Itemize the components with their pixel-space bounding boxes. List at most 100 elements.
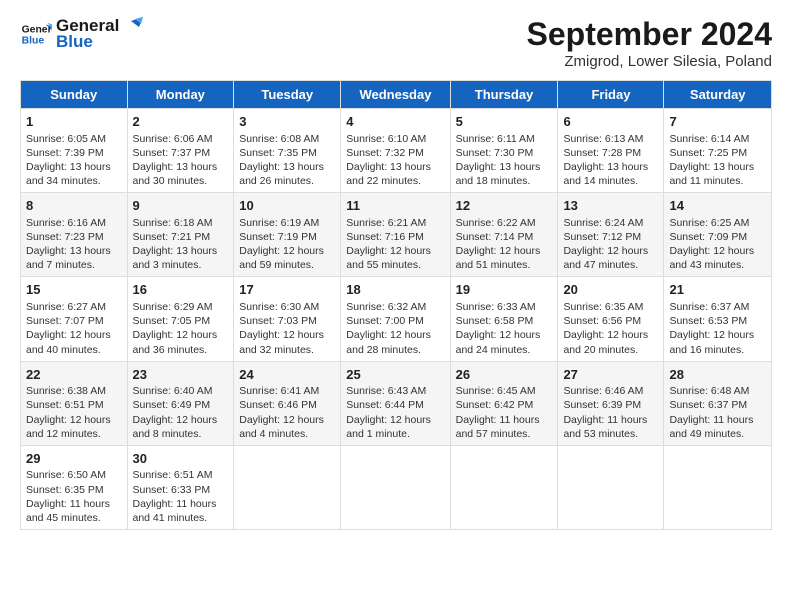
day-number: 16	[133, 281, 229, 299]
daylight-text: Daylight: 11 hours and 45 minutes.	[26, 497, 122, 525]
calendar-cell: 26Sunrise: 6:45 AMSunset: 6:42 PMDayligh…	[450, 361, 558, 445]
day-number: 7	[669, 113, 766, 131]
sunrise-text: Sunrise: 6:32 AM	[346, 300, 444, 314]
calendar-cell: 13Sunrise: 6:24 AMSunset: 7:12 PMDayligh…	[558, 193, 664, 277]
col-header-thursday: Thursday	[450, 81, 558, 109]
calendar-cell: 12Sunrise: 6:22 AMSunset: 7:14 PMDayligh…	[450, 193, 558, 277]
sunset-text: Sunset: 6:44 PM	[346, 398, 444, 412]
daylight-text: Daylight: 11 hours and 41 minutes.	[133, 497, 229, 525]
sunset-text: Sunset: 7:03 PM	[239, 314, 335, 328]
sunset-text: Sunset: 7:35 PM	[239, 146, 335, 160]
daylight-text: Daylight: 11 hours and 57 minutes.	[456, 413, 553, 441]
daylight-text: Daylight: 12 hours and 16 minutes.	[669, 328, 766, 356]
sunset-text: Sunset: 6:39 PM	[563, 398, 658, 412]
daylight-text: Daylight: 12 hours and 32 minutes.	[239, 328, 335, 356]
calendar-cell: 14Sunrise: 6:25 AMSunset: 7:09 PMDayligh…	[664, 193, 772, 277]
calendar-cell	[664, 445, 772, 529]
sunrise-text: Sunrise: 6:10 AM	[346, 132, 444, 146]
sunset-text: Sunset: 7:25 PM	[669, 146, 766, 160]
daylight-text: Daylight: 12 hours and 28 minutes.	[346, 328, 444, 356]
sunrise-text: Sunrise: 6:25 AM	[669, 216, 766, 230]
sunset-text: Sunset: 6:37 PM	[669, 398, 766, 412]
day-number: 25	[346, 366, 444, 384]
day-number: 8	[26, 197, 122, 215]
day-number: 28	[669, 366, 766, 384]
sunset-text: Sunset: 6:58 PM	[456, 314, 553, 328]
sunrise-text: Sunrise: 6:38 AM	[26, 384, 122, 398]
sunrise-text: Sunrise: 6:48 AM	[669, 384, 766, 398]
col-header-saturday: Saturday	[664, 81, 772, 109]
daylight-text: Daylight: 12 hours and 8 minutes.	[133, 413, 229, 441]
sunset-text: Sunset: 6:35 PM	[26, 483, 122, 497]
sunset-text: Sunset: 7:07 PM	[26, 314, 122, 328]
daylight-text: Daylight: 13 hours and 26 minutes.	[239, 160, 335, 188]
col-header-sunday: Sunday	[21, 81, 128, 109]
sunrise-text: Sunrise: 6:13 AM	[563, 132, 658, 146]
calendar-cell: 9Sunrise: 6:18 AMSunset: 7:21 PMDaylight…	[127, 193, 234, 277]
day-number: 26	[456, 366, 553, 384]
calendar-cell: 5Sunrise: 6:11 AMSunset: 7:30 PMDaylight…	[450, 109, 558, 193]
sunrise-text: Sunrise: 6:16 AM	[26, 216, 122, 230]
daylight-text: Daylight: 13 hours and 11 minutes.	[669, 160, 766, 188]
calendar-cell	[234, 445, 341, 529]
sunset-text: Sunset: 7:39 PM	[26, 146, 122, 160]
calendar-cell: 24Sunrise: 6:41 AMSunset: 6:46 PMDayligh…	[234, 361, 341, 445]
calendar-cell: 17Sunrise: 6:30 AMSunset: 7:03 PMDayligh…	[234, 277, 341, 361]
week-row-5: 29Sunrise: 6:50 AMSunset: 6:35 PMDayligh…	[21, 445, 772, 529]
daylight-text: Daylight: 12 hours and 43 minutes.	[669, 244, 766, 272]
sunrise-text: Sunrise: 6:06 AM	[133, 132, 229, 146]
day-number: 9	[133, 197, 229, 215]
sunset-text: Sunset: 6:33 PM	[133, 483, 229, 497]
sunrise-text: Sunrise: 6:43 AM	[346, 384, 444, 398]
daylight-text: Daylight: 11 hours and 53 minutes.	[563, 413, 658, 441]
col-header-tuesday: Tuesday	[234, 81, 341, 109]
day-number: 29	[26, 450, 122, 468]
calendar-cell: 4Sunrise: 6:10 AMSunset: 7:32 PMDaylight…	[341, 109, 450, 193]
calendar-cell: 15Sunrise: 6:27 AMSunset: 7:07 PMDayligh…	[21, 277, 128, 361]
day-number: 5	[456, 113, 553, 131]
sunrise-text: Sunrise: 6:24 AM	[563, 216, 658, 230]
sunrise-text: Sunrise: 6:29 AM	[133, 300, 229, 314]
sunset-text: Sunset: 6:49 PM	[133, 398, 229, 412]
daylight-text: Daylight: 13 hours and 7 minutes.	[26, 244, 122, 272]
sunrise-text: Sunrise: 6:19 AM	[239, 216, 335, 230]
sunset-text: Sunset: 7:37 PM	[133, 146, 229, 160]
sunrise-text: Sunrise: 6:18 AM	[133, 216, 229, 230]
daylight-text: Daylight: 12 hours and 59 minutes.	[239, 244, 335, 272]
daylight-text: Daylight: 13 hours and 34 minutes.	[26, 160, 122, 188]
sunset-text: Sunset: 7:32 PM	[346, 146, 444, 160]
daylight-text: Daylight: 12 hours and 24 minutes.	[456, 328, 553, 356]
daylight-text: Daylight: 13 hours and 22 minutes.	[346, 160, 444, 188]
day-number: 24	[239, 366, 335, 384]
day-number: 3	[239, 113, 335, 131]
sunset-text: Sunset: 7:19 PM	[239, 230, 335, 244]
sunrise-text: Sunrise: 6:45 AM	[456, 384, 553, 398]
calendar-cell: 20Sunrise: 6:35 AMSunset: 6:56 PMDayligh…	[558, 277, 664, 361]
calendar-cell: 29Sunrise: 6:50 AMSunset: 6:35 PMDayligh…	[21, 445, 128, 529]
calendar-cell: 30Sunrise: 6:51 AMSunset: 6:33 PMDayligh…	[127, 445, 234, 529]
sunrise-text: Sunrise: 6:11 AM	[456, 132, 553, 146]
week-row-4: 22Sunrise: 6:38 AMSunset: 6:51 PMDayligh…	[21, 361, 772, 445]
sunset-text: Sunset: 7:00 PM	[346, 314, 444, 328]
sunset-text: Sunset: 6:51 PM	[26, 398, 122, 412]
sunset-text: Sunset: 7:21 PM	[133, 230, 229, 244]
calendar-cell: 10Sunrise: 6:19 AMSunset: 7:19 PMDayligh…	[234, 193, 341, 277]
sunrise-text: Sunrise: 6:50 AM	[26, 468, 122, 482]
daylight-text: Daylight: 12 hours and 4 minutes.	[239, 413, 335, 441]
sunrise-text: Sunrise: 6:27 AM	[26, 300, 122, 314]
calendar-cell: 3Sunrise: 6:08 AMSunset: 7:35 PMDaylight…	[234, 109, 341, 193]
day-number: 6	[563, 113, 658, 131]
day-number: 21	[669, 281, 766, 299]
calendar-cell: 11Sunrise: 6:21 AMSunset: 7:16 PMDayligh…	[341, 193, 450, 277]
daylight-text: Daylight: 12 hours and 1 minute.	[346, 413, 444, 441]
sunrise-text: Sunrise: 6:30 AM	[239, 300, 335, 314]
sunrise-text: Sunrise: 6:08 AM	[239, 132, 335, 146]
sunset-text: Sunset: 7:23 PM	[26, 230, 122, 244]
day-number: 30	[133, 450, 229, 468]
calendar-cell: 6Sunrise: 6:13 AMSunset: 7:28 PMDaylight…	[558, 109, 664, 193]
sunrise-text: Sunrise: 6:51 AM	[133, 468, 229, 482]
week-row-1: 1Sunrise: 6:05 AMSunset: 7:39 PMDaylight…	[21, 109, 772, 193]
calendar-cell: 22Sunrise: 6:38 AMSunset: 6:51 PMDayligh…	[21, 361, 128, 445]
subtitle: Zmigrod, Lower Silesia, Poland	[527, 53, 772, 70]
day-number: 18	[346, 281, 444, 299]
